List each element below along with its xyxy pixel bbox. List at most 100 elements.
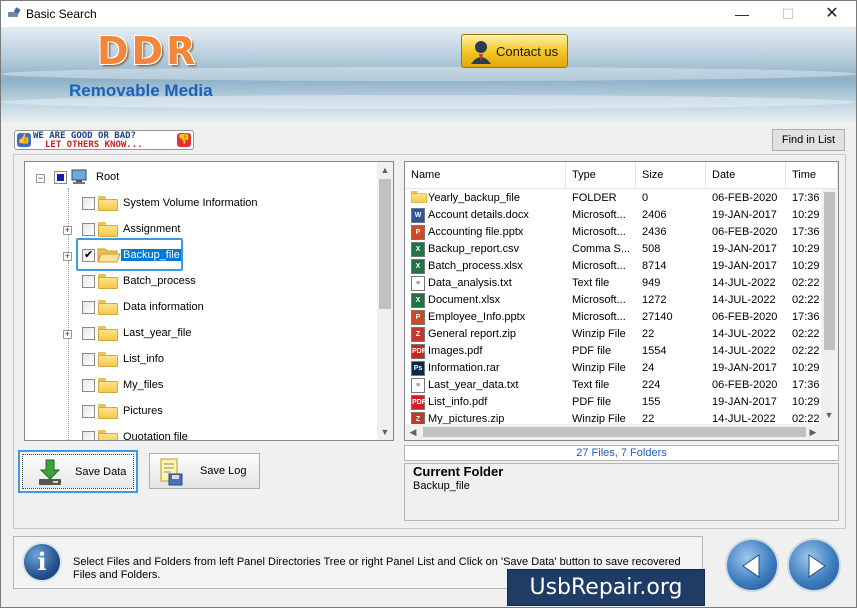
folder-icon: [98, 404, 118, 419]
next-button[interactable]: [787, 538, 841, 592]
tree-item[interactable]: Quotation file: [25, 428, 378, 440]
xlsx-file-icon: X: [411, 242, 425, 257]
cell-date: 19-JAN-2017: [712, 209, 777, 221]
root-checkbox[interactable]: [54, 171, 67, 184]
tree-item[interactable]: Batch_process: [25, 272, 378, 292]
contact-us-button[interactable]: Contact us: [461, 34, 568, 68]
tree-item-checkbox[interactable]: [82, 197, 95, 210]
txt-file-icon: ≡: [411, 378, 425, 393]
list-scrollbar-vertical[interactable]: ▼: [821, 189, 838, 424]
expand-icon[interactable]: +: [63, 252, 72, 261]
table-row[interactable]: X Backup_report.csv Comma S... 508 19-JAN-20…: [405, 241, 825, 258]
pdf-file-icon: PDF: [411, 344, 426, 359]
tree-item-checkbox[interactable]: [82, 431, 95, 440]
scroll-down-icon[interactable]: ▼: [377, 424, 393, 440]
table-row[interactable]: Ps Information.rar Winzip File 24 19-JAN-201…: [405, 360, 825, 377]
cell-type: FOLDER: [572, 192, 617, 204]
directory-tree[interactable]: − Root System Volume Information + Assig…: [24, 161, 394, 441]
save-data-button[interactable]: Save Data: [18, 450, 138, 493]
back-button[interactable]: [725, 538, 779, 592]
tree-item-checkbox[interactable]: [82, 327, 95, 340]
column-header-name[interactable]: Name: [405, 162, 566, 189]
cell-type: Microsoft...: [572, 311, 626, 323]
minimize-button[interactable]: —: [719, 1, 765, 27]
cell-date: 14-JUL-2022: [712, 328, 776, 340]
cell-type: Text file: [572, 379, 610, 391]
scroll-up-icon[interactable]: ▲: [377, 162, 393, 178]
table-row[interactable]: X Document.xlsx Microsoft... 1272 14-JUL-202…: [405, 292, 825, 309]
collapse-icon[interactable]: −: [36, 174, 45, 183]
table-row[interactable]: Yearly_backup_file FOLDER 0 06-FEB-2020 17:3…: [405, 190, 825, 207]
table-row[interactable]: PDF Images.pdf PDF file 1554 14-JUL-2022 02:2…: [405, 343, 825, 360]
table-row[interactable]: X Batch_process.xlsx Microsoft... 8714 19-JA…: [405, 258, 825, 275]
table-row[interactable]: PDF List_info.pdf PDF file 155 19-JAN-2017 10…: [405, 394, 825, 411]
save-log-button[interactable]: Save Log: [149, 453, 260, 489]
tree-item[interactable]: Pictures: [25, 402, 378, 422]
tree-item-checkbox[interactable]: [82, 405, 95, 418]
tree-item-checkbox[interactable]: [82, 353, 95, 366]
tree-item-checkbox[interactable]: [82, 301, 95, 314]
scroll-left-icon[interactable]: ◀: [405, 424, 421, 440]
app-window: Basic Search — ☐ ✕ DDR Removable Media C…: [0, 0, 857, 608]
cell-size: 27140: [642, 311, 673, 323]
cell-name: Batch_process.xlsx: [428, 260, 523, 272]
table-row[interactable]: ≡ Last_year_data.txt Text file 224 06-FEB-20…: [405, 377, 825, 394]
tree-item-checkbox[interactable]: [82, 275, 95, 288]
tree-item[interactable]: + Assignment: [25, 220, 378, 240]
tree-item-label: Assignment: [123, 223, 181, 235]
table-row[interactable]: P Accounting file.pptx Microsoft... 2436 06-…: [405, 224, 825, 241]
table-row[interactable]: W Account details.docx Microsoft... 2406 19-…: [405, 207, 825, 224]
find-in-list-button[interactable]: Find in List: [772, 129, 845, 151]
tree-item[interactable]: Data information: [25, 298, 378, 318]
file-list[interactable]: Name Type Size Date Time Yearly_backup_f…: [404, 161, 839, 441]
tree-item[interactable]: My_files: [25, 376, 378, 396]
save-log-label: Save Log: [200, 465, 247, 477]
cell-type: Winzip File: [572, 328, 626, 340]
tree-item[interactable]: + Last_year_file: [25, 324, 378, 344]
cell-name: Yearly_backup_file: [428, 192, 520, 204]
tree-item-checkbox[interactable]: [82, 379, 95, 392]
scroll-thumb[interactable]: [423, 427, 806, 437]
cell-size: 224: [642, 379, 661, 391]
column-header-date[interactable]: Date: [706, 162, 786, 189]
column-header-time[interactable]: Time: [786, 162, 838, 189]
list-header: Name Type Size Date Time: [405, 162, 838, 189]
cell-date: 19-JAN-2017: [712, 362, 777, 374]
arrow-right-icon: [808, 554, 826, 578]
column-header-size[interactable]: Size: [636, 162, 706, 189]
scroll-thumb[interactable]: [379, 179, 391, 309]
tree-item[interactable]: List_info: [25, 350, 378, 370]
window-title: Basic Search: [26, 7, 97, 21]
cell-date: 06-FEB-2020: [712, 311, 778, 323]
scroll-down-icon[interactable]: ▼: [821, 407, 837, 423]
expand-icon[interactable]: +: [63, 226, 72, 235]
tree-root-row[interactable]: − Root: [25, 168, 378, 188]
close-button[interactable]: ✕: [809, 1, 855, 27]
thumbs-up-icon: 👍: [17, 133, 31, 147]
scroll-thumb[interactable]: [824, 192, 835, 350]
table-row[interactable]: ≡ Data_analysis.txt Text file 949 14-JUL-202…: [405, 275, 825, 292]
cell-date: 19-JAN-2017: [712, 243, 777, 255]
cell-type: Microsoft...: [572, 209, 626, 221]
arrow-left-icon: [742, 554, 760, 578]
folder-icon: [411, 191, 427, 203]
table-row[interactable]: P Employee_Info.pptx Microsoft... 27140 06-F…: [405, 309, 825, 326]
folder-icon: [98, 196, 118, 211]
computer-icon: [71, 169, 87, 184]
folder-icon: [98, 352, 118, 367]
feedback-badge[interactable]: 👍 WE ARE GOOD OR BAD? LET OTHERS KNOW...…: [14, 130, 194, 150]
tree-item[interactable]: System Volume Information: [25, 194, 378, 214]
column-header-type[interactable]: Type: [566, 162, 636, 189]
tree-item-checkbox[interactable]: [82, 223, 95, 236]
cell-name: Employee_Info.pptx: [428, 311, 526, 323]
expand-icon[interactable]: +: [63, 330, 72, 339]
brand-label: UsbRepair.org: [507, 569, 705, 606]
table-row[interactable]: Z General report.zip Winzip File 22 14-JUL-2…: [405, 326, 825, 343]
tree-scrollbar[interactable]: ▲ ▼: [377, 162, 393, 440]
ddr-logo: DDR: [97, 29, 199, 73]
list-scrollbar-horizontal[interactable]: ◀ ▶: [405, 424, 838, 440]
scroll-right-icon[interactable]: ▶: [805, 424, 821, 440]
maximize-button[interactable]: ☐: [765, 1, 811, 27]
file-count-status: 27 Files, 7 Folders: [404, 445, 839, 461]
cell-size: 1554: [642, 345, 667, 357]
